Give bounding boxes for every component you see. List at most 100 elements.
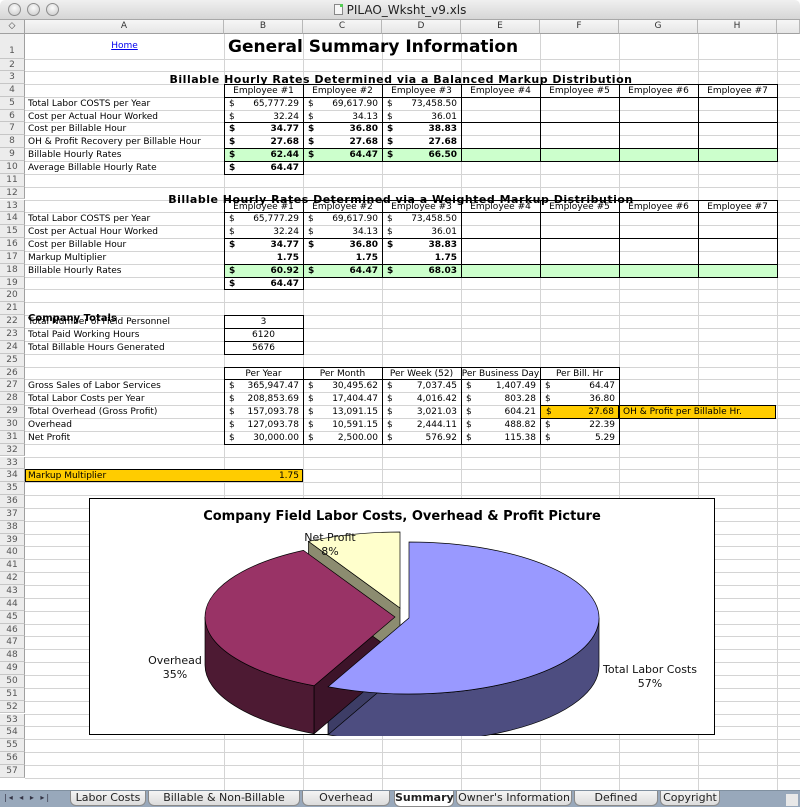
employee-value-cell[interactable]: $34.77 <box>224 123 303 135</box>
employee-value-cell[interactable]: $32.24 <box>224 226 303 238</box>
row-header-35[interactable]: 35 <box>0 482 25 496</box>
summary-value-cell[interactable]: $64.47 <box>540 380 619 392</box>
employee-value-cell[interactable]: $27.68 <box>224 136 303 148</box>
row-header-45[interactable]: 45 <box>0 610 25 624</box>
markup-multiplier-value[interactable]: 1.75 <box>224 470 303 482</box>
row-header-15[interactable]: 15 <box>0 225 25 239</box>
employee-value-cell[interactable]: $64.47 <box>303 265 382 277</box>
column-header-overflow[interactable] <box>777 20 800 34</box>
row-header-31[interactable]: 31 <box>0 430 25 444</box>
row-header-9[interactable]: 9 <box>0 148 25 161</box>
row-header-21[interactable]: 21 <box>0 302 25 316</box>
column-header-A[interactable]: A <box>25 20 224 34</box>
row-header-36[interactable]: 36 <box>0 495 25 508</box>
employee-value-cell[interactable]: $32.24 <box>224 111 303 123</box>
sheet-tab-billable-non-billable-hours[interactable]: Billable & Non-Billable Hours <box>148 791 300 807</box>
employee-value-cell[interactable]: $36.80 <box>303 239 382 251</box>
row-header-56[interactable]: 56 <box>0 752 25 765</box>
row-header-28[interactable]: 28 <box>0 392 25 406</box>
company-total-value[interactable]: 3 <box>224 316 303 328</box>
summary-value-cell[interactable]: $157,093.78 <box>224 406 303 418</box>
employee-value-cell[interactable]: $38.83 <box>382 123 461 135</box>
row-header-50[interactable]: 50 <box>0 674 25 688</box>
row-header-5[interactable]: 5 <box>0 96 25 110</box>
average-rate-value-cell[interactable]: $64.47 <box>224 162 303 174</box>
employee-value-cell[interactable]: $34.13 <box>303 226 382 238</box>
column-header-H[interactable]: H <box>698 20 777 34</box>
row-header-41[interactable]: 41 <box>0 559 25 573</box>
employee-value-cell[interactable]: $69,617.90 <box>303 98 382 110</box>
row-header-49[interactable]: 49 <box>0 662 25 675</box>
summary-value-cell[interactable]: $7,037.45 <box>382 380 461 392</box>
sheet-tab-owner-s-information[interactable]: Owner's Information <box>456 791 572 806</box>
summary-value-cell[interactable]: $115.38 <box>461 432 540 444</box>
summary-value-cell[interactable]: $127,093.78 <box>224 419 303 431</box>
sheet-tab-labor-costs[interactable]: Labor Costs <box>70 791 146 806</box>
sheet-tab-overhead-costs[interactable]: Overhead Costs <box>302 791 390 807</box>
summary-value-cell[interactable]: $4,016.42 <box>382 393 461 405</box>
summary-value-cell[interactable]: $10,591.15 <box>303 419 382 431</box>
row-header-26[interactable]: 26 <box>0 366 25 380</box>
summary-value-cell[interactable]: $604.21 <box>461 406 540 418</box>
row-header-23[interactable]: 23 <box>0 328 25 341</box>
select-all-corner[interactable]: ◇ <box>0 20 25 34</box>
row-header-2[interactable]: 2 <box>0 59 25 71</box>
summary-value-cell[interactable]: $17,404.47 <box>303 393 382 405</box>
employee-value-cell[interactable]: 1.75 <box>303 252 382 264</box>
summary-value-cell[interactable]: $30,495.62 <box>303 380 382 392</box>
row-header-57[interactable]: 57 <box>0 764 25 778</box>
summary-value-cell[interactable]: $2,500.00 <box>303 432 382 444</box>
row-header-30[interactable]: 30 <box>0 417 25 431</box>
oh-profit-per-billable-hr-cell[interactable]: $27.68 <box>540 405 619 419</box>
row-header-8[interactable]: 8 <box>0 135 25 149</box>
home-link[interactable]: Home <box>111 41 138 51</box>
row-header-12[interactable]: 12 <box>0 186 25 200</box>
row-header-11[interactable]: 11 <box>0 173 25 187</box>
row-header-55[interactable]: 55 <box>0 739 25 753</box>
employee-value-cell[interactable]: 1.75 <box>382 252 461 264</box>
employee-value-cell[interactable]: $36.01 <box>382 111 461 123</box>
column-header-E[interactable]: E <box>461 20 540 34</box>
employee-value-cell[interactable]: $27.68 <box>382 136 461 148</box>
summary-value-cell[interactable]: $30,000.00 <box>224 432 303 444</box>
summary-value-cell[interactable]: $803.28 <box>461 393 540 405</box>
row-header-13[interactable]: 13 <box>0 199 25 213</box>
row-header-42[interactable]: 42 <box>0 572 25 585</box>
row-header-37[interactable]: 37 <box>0 507 25 521</box>
row-header-27[interactable]: 27 <box>0 379 25 393</box>
summary-value-cell[interactable]: $5.29 <box>540 432 619 444</box>
summary-value-cell[interactable]: $3,021.03 <box>382 406 461 418</box>
row-header-1[interactable]: 1 <box>0 34 25 59</box>
row-header-43[interactable]: 43 <box>0 585 25 598</box>
row-header-53[interactable]: 53 <box>0 713 25 727</box>
row-header-16[interactable]: 16 <box>0 238 25 251</box>
row-header-33[interactable]: 33 <box>0 456 25 470</box>
sheet-tab-defined-names[interactable]: Defined Names <box>574 791 658 807</box>
column-header-D[interactable]: D <box>382 20 461 34</box>
resize-grip-icon[interactable] <box>786 794 798 806</box>
employee-value-cell[interactable]: $73,458.50 <box>382 98 461 110</box>
employee-value-cell[interactable]: $36.80 <box>303 123 382 135</box>
employee-value-cell[interactable]: $60.92 <box>224 265 303 277</box>
employee-value-cell[interactable]: $38.83 <box>382 239 461 251</box>
row-header-52[interactable]: 52 <box>0 700 25 714</box>
row-header-32[interactable]: 32 <box>0 443 25 457</box>
employee-value-cell[interactable]: $64.47 <box>303 149 382 161</box>
row-header-46[interactable]: 46 <box>0 623 25 637</box>
row-header-17[interactable]: 17 <box>0 250 25 264</box>
row-header-20[interactable]: 20 <box>0 289 25 303</box>
summary-value-cell[interactable]: $365,947.47 <box>224 380 303 392</box>
employee-value-cell[interactable]: $65,777.29 <box>224 213 303 225</box>
row-header-3[interactable]: 3 <box>0 71 25 84</box>
row-header-18[interactable]: 18 <box>0 263 25 277</box>
summary-value-cell[interactable]: $576.92 <box>382 432 461 444</box>
row-header-29[interactable]: 29 <box>0 405 25 418</box>
summary-value-cell[interactable]: $1,407.49 <box>461 380 540 392</box>
column-header-C[interactable]: C <box>303 20 382 34</box>
employee-value-cell[interactable]: $65,777.29 <box>224 98 303 110</box>
row-header-44[interactable]: 44 <box>0 597 25 611</box>
row-header-48[interactable]: 48 <box>0 649 25 663</box>
row-header-19[interactable]: 19 <box>0 276 25 290</box>
employee-value-cell[interactable]: $62.44 <box>224 149 303 161</box>
row-header-4[interactable]: 4 <box>0 83 25 97</box>
